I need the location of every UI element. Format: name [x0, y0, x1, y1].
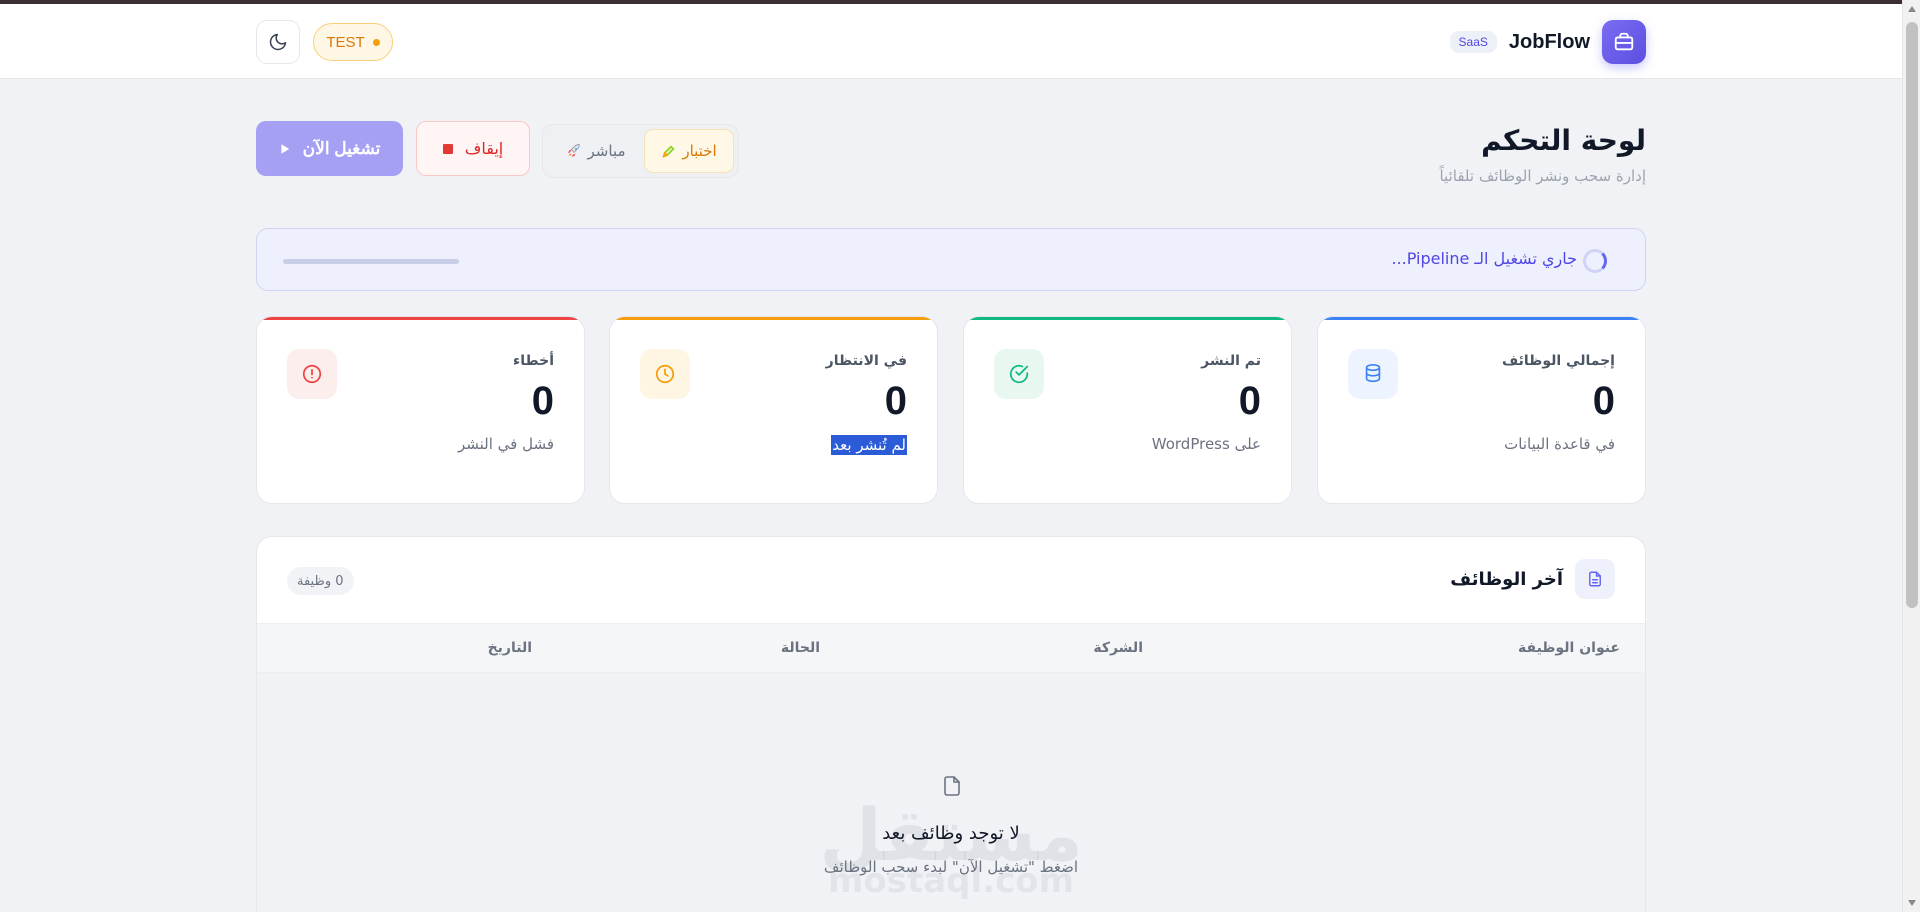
- stat-accent-bar: [610, 317, 937, 320]
- jobs-table-body: مستقل mostaql.com لا توجد وظائف بعد اضغط…: [257, 673, 1645, 912]
- jobs-table-header: عنوان الوظيفة الشركة الحالة التاريخ: [257, 623, 1645, 673]
- page-title: لوحة التحكم: [1481, 124, 1646, 157]
- column-header-title[interactable]: عنوان الوظيفة: [1518, 640, 1620, 656]
- mode-live-option[interactable]: مباشر: [547, 129, 644, 173]
- rocket-icon: [567, 143, 580, 157]
- page-scrollbar[interactable]: [1902, 0, 1920, 912]
- stat-label: تم النشر: [1201, 353, 1261, 369]
- empty-state-subtitle: اضغط "تشغيل الآن" لبدء سحب الوظائف: [823, 858, 1079, 876]
- document-icon: [1575, 559, 1615, 599]
- play-icon: [281, 143, 289, 154]
- scroll-down-arrow-icon[interactable]: [1908, 900, 1916, 906]
- stop-label: إيقاف: [464, 139, 504, 158]
- brand[interactable]: JobFlow SaaS: [1449, 20, 1646, 64]
- stat-subtext: على WordPress: [1151, 435, 1261, 453]
- jobs-title: آخر الوظائف: [1450, 568, 1563, 590]
- dashboard-page: JobFlow SaaS TEST لوحة التحكم إدارة سحب …: [0, 4, 1902, 912]
- jobs-header: آخر الوظائف 0 وظيفة: [257, 537, 1645, 623]
- stat-subtext: لم تُنشر بعد: [831, 435, 907, 455]
- top-header: JobFlow SaaS TEST: [0, 4, 1902, 79]
- stat-value: 0: [531, 379, 554, 423]
- check-circle-icon: [994, 349, 1044, 399]
- moon-icon: [269, 33, 287, 51]
- column-header-date[interactable]: التاريخ: [488, 640, 532, 656]
- page-title-block: لوحة التحكم إدارة سحب ونشر الوظائف تلقائ…: [1439, 124, 1646, 185]
- jobs-title-wrap: آخر الوظائف: [1450, 559, 1615, 599]
- status-dot-icon: [372, 38, 380, 46]
- scroll-up-arrow-icon[interactable]: [1908, 6, 1916, 12]
- loading-spinner-icon: [1583, 249, 1607, 273]
- clock-icon: [640, 349, 690, 399]
- column-header-status[interactable]: الحالة: [781, 640, 820, 656]
- database-icon: [1348, 349, 1398, 399]
- stat-value: 0: [1238, 379, 1261, 423]
- saas-badge: SaaS: [1449, 31, 1497, 53]
- run-now-label: تشغيل الآن: [302, 138, 381, 158]
- stat-accent-bar: [964, 317, 1291, 320]
- stat-label: في الانتظار: [825, 353, 907, 369]
- stat-subtext: فشل في النشر: [457, 435, 554, 453]
- stat-accent-bar: [257, 317, 584, 320]
- stat-card-errors: أخطاء 0 فشل في النشر: [256, 316, 585, 504]
- alert-circle-icon: [287, 349, 337, 399]
- pencil-icon: [662, 145, 675, 158]
- mode-test-label: اختبار: [682, 142, 717, 160]
- latest-jobs-card: آخر الوظائف 0 وظيفة عنوان الوظيفة الشركة…: [256, 536, 1646, 912]
- column-header-company[interactable]: الشركة: [1093, 640, 1143, 656]
- briefcase-icon: [1602, 20, 1646, 64]
- brand-name: JobFlow: [1508, 30, 1590, 53]
- theme-toggle-button[interactable]: [256, 20, 300, 64]
- stop-button[interactable]: إيقاف: [416, 121, 530, 176]
- pipeline-status-text: جاري تشغيل الـ Pipeline...: [1391, 249, 1577, 268]
- stat-accent-bar: [1318, 317, 1645, 320]
- stat-card-published: تم النشر 0 على WordPress: [963, 316, 1292, 504]
- pipeline-progress-card: جاري تشغيل الـ Pipeline...: [256, 228, 1646, 291]
- scrollbar-thumb[interactable]: [1906, 22, 1918, 608]
- stat-value: 0: [1592, 379, 1615, 423]
- page-subtitle: إدارة سحب ونشر الوظائف تلقائياً: [1439, 167, 1646, 185]
- jobs-count-badge: 0 وظيفة: [287, 567, 354, 595]
- progress-bar: [283, 259, 459, 264]
- stat-card-pending: في الانتظار 0 لم تُنشر بعد: [609, 316, 938, 504]
- empty-state-title: لا توجد وظائف بعد: [882, 823, 1020, 844]
- env-badge-label: TEST: [326, 33, 365, 51]
- run-now-button[interactable]: تشغيل الآن: [256, 121, 403, 176]
- stat-subtext: في قاعدة البيانات: [1504, 435, 1615, 453]
- env-badge: TEST: [313, 23, 393, 61]
- mode-test-option[interactable]: اختبار: [644, 129, 734, 173]
- progress-bar-fill: [283, 259, 459, 264]
- stat-label: إجمالي الوظائف: [1501, 353, 1615, 369]
- stat-value: 0: [884, 379, 907, 423]
- stop-square-icon: [442, 143, 453, 154]
- mode-toggle: اختبار مباشر: [542, 124, 739, 178]
- empty-file-icon: [944, 776, 960, 796]
- stat-card-total: إجمالي الوظائف 0 في قاعدة البيانات: [1317, 316, 1646, 504]
- stat-label: أخطاء: [513, 353, 554, 369]
- mode-live-label: مباشر: [587, 142, 626, 160]
